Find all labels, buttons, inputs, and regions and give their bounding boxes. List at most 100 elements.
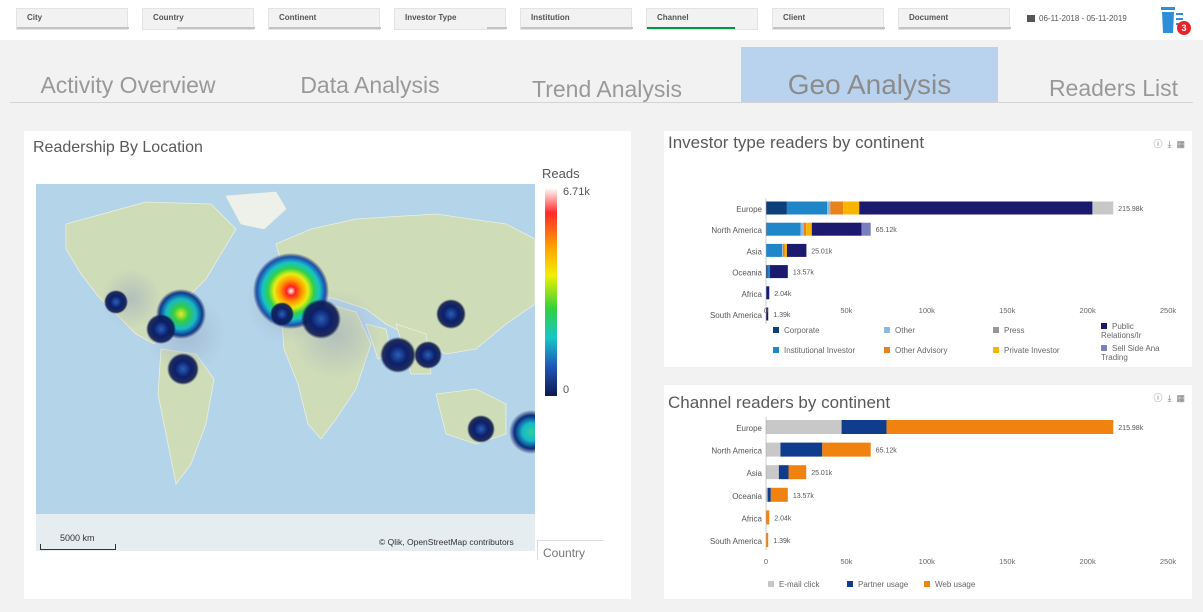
bar-total-label: 13.57k [793,493,815,500]
filter-city[interactable]: City [16,8,129,30]
category-label: Asia [746,247,762,256]
x-tick-label: 250k [1160,306,1177,315]
readership-map[interactable] [36,184,535,551]
bar-segment[interactable] [782,243,783,257]
tab-readers-list[interactable]: Readers List [1000,47,1203,103]
legend-item[interactable]: Corporate [773,326,820,335]
category-label: South America [710,537,763,546]
bar-segment[interactable] [861,222,871,236]
legend-swatch [773,327,779,333]
date-range-text: 06-11-2018 - 05-11-2019 [1039,14,1127,23]
tab-divider [10,102,1193,103]
bar-segment[interactable] [767,487,771,502]
bar-segment[interactable] [782,243,785,257]
x-tick-label: 100k [919,306,936,315]
category-label: Europe [736,205,762,214]
category-label: Africa [742,290,763,299]
legend-item[interactable]: Public Relations/Ir [1101,322,1171,340]
legend-label: Other [895,326,916,335]
bar-segment[interactable] [766,222,801,236]
bar-segment[interactable] [843,201,860,215]
tab-activity-overview[interactable]: Activity Overview [10,47,246,103]
bar-segment[interactable] [767,265,771,279]
selections-count-badge: 3 [1177,21,1191,35]
bar-segment[interactable] [827,201,831,215]
legend-label: Public Relations/Ir [1101,322,1142,340]
bar-segment[interactable] [811,222,862,236]
bar-segment[interactable] [766,286,770,300]
bar-segment[interactable] [766,533,769,547]
bar-segment[interactable] [806,222,812,236]
date-range-picker[interactable]: 06-11-2018 - 05-11-2019 [1027,14,1127,23]
legend-swatch [993,327,999,333]
bar-segment[interactable] [806,243,807,257]
legend-item[interactable]: Other Advisory [884,346,947,355]
filter-continent[interactable]: Continent [268,8,381,30]
bar-segment[interactable] [841,420,887,434]
tab-geo-analysis[interactable]: Geo Analysis [741,47,998,103]
legend-item[interactable]: Press [993,326,1024,335]
channel-bar-chart: Europe 215.98k North America 65.12k Asia 25.0… [710,417,1176,566]
bar-segment[interactable] [784,243,787,257]
legend-label: Private Investor [1004,346,1060,355]
legend-item[interactable]: Sell Side Ana Trading [1101,344,1171,362]
bar-segment[interactable] [788,465,807,480]
scale-label: 5000 km [60,533,95,543]
bar-segment[interactable] [886,420,1114,434]
category-label: Oceania [732,492,762,501]
legend-item[interactable]: Web usage [924,580,975,589]
filter-document[interactable]: Document [898,8,1011,30]
bar-total-label: 25.01k [811,248,833,255]
bar-total-label: 215.98k [1118,425,1143,432]
tab-data-analysis[interactable]: Data Analysis [252,47,488,103]
map-color-legend [545,188,557,396]
bar-segment[interactable] [803,222,807,236]
calendar-icon [1027,15,1035,22]
legend-item[interactable]: E-mail click [768,580,819,589]
legend-item[interactable]: Private Investor [993,346,1060,355]
bar-segment[interactable] [766,201,787,215]
legend-label: E-mail click [779,580,820,589]
bar-segment[interactable] [859,201,1093,215]
legend-item[interactable]: Institutional Investor [773,346,855,355]
legend-swatch [847,581,853,587]
bar-segment[interactable] [766,243,783,257]
filter-client[interactable]: Client [772,8,885,30]
filter-investor-type[interactable]: Investor Type [394,8,507,30]
x-tick-label: 200k [1079,306,1096,315]
legend-divider [537,540,603,541]
map-attribution: © Qlik, OpenStreetMap contributors [379,537,514,547]
map-panel-title: Readership By Location [33,139,203,156]
x-tick-label: 50k [840,557,852,566]
bar-segment[interactable] [786,201,828,215]
filter-country[interactable]: Country [142,8,255,30]
filter-institution[interactable]: Institution [520,8,633,30]
tab-trend-analysis[interactable]: Trend Analysis [489,47,725,103]
legend-item[interactable]: Other [884,326,915,335]
bar-segment[interactable] [778,465,789,480]
bar-segment[interactable] [766,465,779,480]
bar-segment[interactable] [1092,201,1114,215]
legend-swatch [993,347,999,353]
category-label: North America [711,226,762,235]
legend-swatch [1101,345,1107,351]
bar-segment[interactable] [766,442,781,457]
bar-segment[interactable] [780,442,823,457]
bar-segment[interactable] [822,442,871,457]
bar-segment[interactable] [830,201,844,215]
legend-label: Web usage [935,580,976,589]
bar-total-label: 65.12k [876,448,898,455]
bar-segment[interactable] [766,420,842,434]
map-legend-title: Reads [542,166,580,181]
map-legend-max: 6.71k [563,186,590,198]
bar-segment[interactable] [800,222,804,236]
bar-segment[interactable] [770,487,788,502]
legend-swatch [884,347,890,353]
legend-item[interactable]: Partner usage [847,580,908,589]
bar-segment[interactable] [770,265,788,279]
legend-label: Partner usage [858,580,909,589]
bar-segment[interactable] [766,510,770,525]
legend-label: Press [1004,326,1025,335]
filter-channel[interactable]: Channel [646,8,758,30]
bar-segment[interactable] [786,243,807,257]
